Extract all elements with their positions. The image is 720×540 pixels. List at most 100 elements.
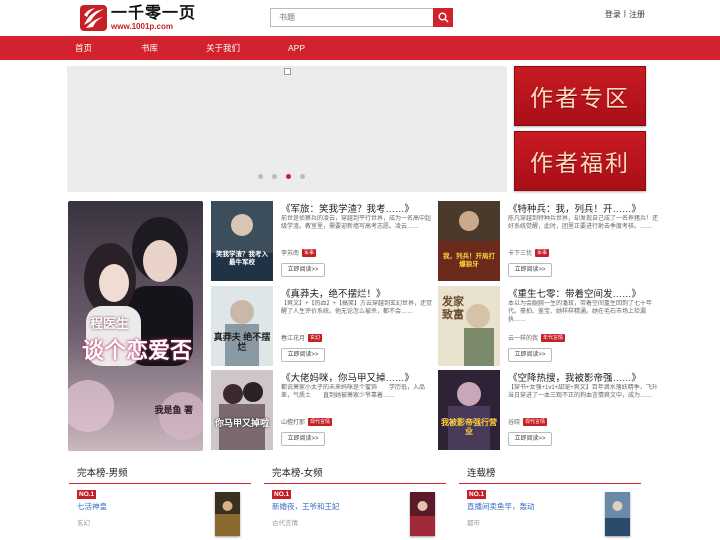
read-now-button[interactable]: 立即阅读>>	[281, 263, 325, 277]
book-title[interactable]: 《特种兵：我，列兵！开……》	[508, 201, 666, 215]
book-author: 谷晓	[508, 420, 521, 426]
ranking-title[interactable]: 连载榜	[459, 465, 641, 483]
book-card: 真莽夫 绝不摆烂 《真莽夫，绝不摆烂！》 【爽文】+【热血】+【搞笑】方云穿越到…	[211, 286, 436, 366]
book-cover[interactable]: 你马甲又掉啦	[211, 370, 273, 450]
ranking-title[interactable]: 完本榜-女频	[264, 465, 446, 483]
book-meta: 云一样的我 年代言情	[508, 333, 566, 342]
ranking-serializing: 连载榜 NO.1 直播间卖鱼竿，轰动 都市	[459, 465, 641, 536]
auth-separator: |	[623, 9, 626, 18]
register-link[interactable]: 注册	[629, 9, 645, 20]
rank-number-badge: NO.1	[77, 490, 97, 499]
logo-url: www.1001p.com	[111, 22, 173, 31]
rank-book-cover[interactable]	[410, 492, 435, 536]
book-card: 我，列兵！开局打爆狼牙 《特种兵：我，列兵！开……》 陈凡穿越到特种兵世界，却发…	[438, 201, 663, 281]
rank-book-cover[interactable]	[215, 492, 240, 536]
auth-links: 登录 | 注册	[605, 9, 645, 20]
book-genre-tag: 军事	[302, 248, 317, 257]
book-genre-tag: 现代言情	[523, 417, 548, 426]
read-now-button[interactable]: 立即阅读>>	[281, 348, 325, 362]
book-author: 春江花月	[281, 336, 306, 342]
featured-cover-title: 谈个恋爱否	[82, 338, 193, 364]
book-cover-text: 真莽夫 绝不摆烂	[213, 332, 271, 352]
rank-book-title[interactable]: 七活神皇	[77, 501, 107, 512]
book-genre-tag: 现代言情	[308, 417, 333, 426]
ranking-title[interactable]: 完本榜-男频	[69, 465, 251, 483]
ranking-divider	[264, 483, 446, 484]
site-logo[interactable]: 一千零一页 www.1001p.com	[80, 4, 196, 31]
book-description: 【爽文】+【热血】+【搞笑】方云穿越到玄幻世界，还觉醒了人生评价系统。他无论怎么…	[281, 301, 433, 315]
featured-cover-subtitle: 程医生	[90, 317, 130, 332]
book-card: 我被影帝强行营业 《空降热搜，我被影帝强……》 【穿书+女强+1v1+甜宠+爽文…	[438, 370, 663, 450]
search-icon	[438, 12, 449, 23]
book-cover-text: 笑我学渣？我考入最牛军校	[216, 251, 268, 266]
book-author: 山檀打那	[281, 420, 306, 426]
rank-book-cover[interactable]	[605, 492, 630, 536]
banner-carousel[interactable]	[67, 66, 507, 192]
book-cover[interactable]: 笑我学渣？我考入最牛军校	[211, 201, 273, 281]
book-meta: 李苏南 军事	[281, 248, 317, 257]
nav-about[interactable]: 关于我们	[206, 36, 240, 60]
nav-home[interactable]: 首页	[75, 36, 92, 60]
book-title[interactable]: 《重生七零：带着空间发……》	[508, 286, 666, 300]
featured-book-cover[interactable]: 程医生 谈个恋爱否 我是鱼 著	[68, 201, 203, 451]
book-title[interactable]: 《真莽夫，绝不摆烂！》	[281, 286, 439, 300]
book-cover-text: 发家致富	[442, 296, 464, 321]
rank-book-title[interactable]: 直播间卖鱼竿，轰动	[467, 501, 535, 512]
carousel-dot-active[interactable]	[286, 174, 291, 179]
read-now-button[interactable]: 立即阅读>>	[508, 263, 552, 277]
carousel-dot[interactable]	[300, 174, 305, 179]
nav-library[interactable]: 书库	[141, 36, 158, 60]
rank-book-category: 古代言情	[272, 520, 298, 527]
book-genre-tag: 军事	[535, 248, 550, 257]
read-now-button[interactable]: 立即阅读>>	[508, 348, 552, 362]
book-card: 发家致富 《重生七零：带着空间发……》 本以为会腿腕一生的潘玫，带着空间重生回到…	[438, 286, 663, 366]
book-cover-text: 我，列兵！开局打爆狼牙	[443, 253, 495, 268]
site-header: 一千零一页 www.1001p.com 登录 | 注册	[0, 0, 720, 34]
book-cover-text: 你马甲又掉啦	[214, 418, 269, 428]
rank-book-category: 玄幻	[77, 520, 90, 527]
featured-cover-author: 我是鱼 著	[154, 405, 193, 415]
rank-number-badge: NO.1	[467, 490, 487, 499]
book-cover[interactable]: 我，列兵！开局打爆狼牙	[438, 201, 500, 281]
author-benefits-banner[interactable]: 作者福利	[514, 131, 646, 191]
book-meta: 谷晓 现代言情	[508, 417, 548, 426]
rank-book-title[interactable]: 新婚夜，王爷和王妃	[272, 501, 340, 512]
carousel-dot[interactable]	[258, 174, 263, 179]
book-meta: 春江花月 玄幻	[281, 333, 323, 342]
book-title[interactable]: 《军旅：笑我学渣？我考……》	[281, 201, 439, 215]
carousel-dots	[258, 174, 305, 179]
book-title[interactable]: 《大佬妈咪，你马甲又掉……》	[281, 370, 439, 384]
read-now-button[interactable]: 立即阅读>>	[508, 432, 552, 446]
read-now-button[interactable]: 立即阅读>>	[281, 432, 325, 446]
book-cover[interactable]: 真莽夫 绝不摆烂	[211, 286, 273, 366]
book-meta: 山檀打那 现代言情	[281, 417, 333, 426]
main-nav: 首页 书库 关于我们 APP	[0, 36, 720, 60]
book-description: 本以为会腿腕一生的潘玫，带着空间重生回到了七十年代。豪拍、鉴宝、她样样精通。她在…	[508, 301, 653, 323]
rank-number-badge: NO.1	[272, 490, 292, 499]
search-bar	[270, 8, 453, 27]
author-zone-label: 作者专区	[530, 86, 630, 112]
carousel-dot[interactable]	[272, 174, 277, 179]
logo-swirl-icon	[80, 4, 107, 31]
book-cover[interactable]: 我被影帝强行营业	[438, 370, 500, 450]
nav-app[interactable]: APP	[288, 36, 305, 60]
book-cover[interactable]: 发家致富	[438, 286, 500, 366]
logo-title: 一千零一页	[111, 3, 197, 22]
book-cover-text: 我被影帝强行营业	[441, 418, 497, 436]
book-genre-tag: 年代言情	[541, 333, 566, 342]
search-input[interactable]	[270, 8, 433, 27]
author-zone-banner[interactable]: 作者专区	[514, 66, 646, 126]
book-card: 笑我学渣？我考入最牛军校 《军旅：笑我学渣？我考……》 前世是侦察兵的凌云，穿越…	[211, 201, 436, 281]
ranking-divider	[459, 483, 641, 484]
book-author: 李苏南	[281, 251, 300, 257]
login-link[interactable]: 登录	[605, 9, 621, 20]
book-genre-tag: 玄幻	[308, 333, 323, 342]
book-description: 陈凡穿越到特种兵世界，却发现自己成了一名养猪兵！还好系统觉醒，此时，团里正要进行…	[508, 216, 659, 230]
book-title[interactable]: 《空降热搜，我被影帝强……》	[508, 370, 666, 384]
rank-book-category: 都市	[467, 520, 480, 527]
book-description: 【穿书+女强+1v1+甜宠+爽文】百年滴水落妖精季，飞升当日穿进了一本三观不正的…	[508, 385, 658, 399]
book-author: 卡下三忧	[508, 251, 533, 257]
search-button[interactable]	[433, 8, 453, 27]
book-meta: 卡下三忧 军事	[508, 248, 550, 257]
book-description: 前世是侦察兵的凌云，穿越到平行世界，成为一名高中超级学渣。教室里，需要迎新墙写高…	[281, 216, 432, 230]
